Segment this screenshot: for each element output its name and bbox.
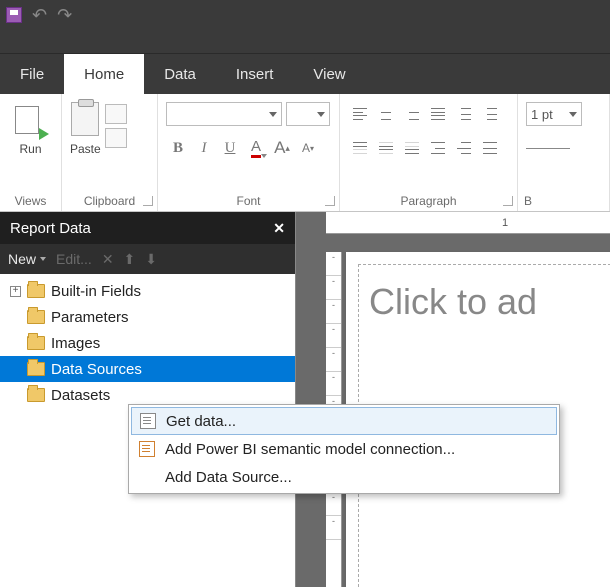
move-up-icon: ⬆ bbox=[124, 251, 136, 268]
shrink-font-button[interactable]: A▾ bbox=[296, 136, 320, 160]
tree-item-label: Datasets bbox=[51, 387, 110, 404]
tree-item-parameters[interactable]: Parameters bbox=[0, 304, 295, 330]
folder-icon bbox=[27, 336, 45, 350]
tab-home[interactable]: Home bbox=[64, 54, 144, 94]
horizontal-ruler: 1 bbox=[326, 212, 610, 234]
font-size-combo[interactable] bbox=[286, 102, 330, 126]
folder-icon bbox=[27, 388, 45, 402]
menu-item-label: Add Data Source... bbox=[165, 469, 292, 486]
tree-item-built-in-fields[interactable]: + Built-in Fields bbox=[0, 278, 295, 304]
menu-item-label: Add Power BI semantic model connection..… bbox=[165, 441, 455, 458]
design-canvas[interactable]: 1 ------------ Click to ad bbox=[296, 212, 610, 587]
paste-label: Paste bbox=[70, 142, 101, 156]
folder-icon bbox=[27, 284, 45, 298]
report-data-title: Report Data bbox=[10, 220, 91, 237]
ribbon-tabs: File Home Data Insert View bbox=[0, 54, 610, 94]
new-button[interactable]: New bbox=[8, 251, 46, 267]
align-bottom-button[interactable] bbox=[400, 136, 424, 160]
tree-item-data-sources[interactable]: Data Sources bbox=[0, 356, 295, 382]
move-down-icon: ⬇ bbox=[145, 251, 157, 268]
ruler-mark: 1 bbox=[502, 217, 508, 229]
cut-button[interactable] bbox=[105, 104, 127, 124]
expand-icon[interactable]: + bbox=[10, 286, 21, 297]
chevron-down-icon bbox=[317, 112, 325, 117]
semantic-model-icon bbox=[139, 441, 155, 457]
report-data-header: Report Data ✕ bbox=[0, 212, 295, 244]
tab-file[interactable]: File bbox=[0, 54, 64, 94]
menu-item-label: Get data... bbox=[166, 413, 236, 430]
align-right-button[interactable] bbox=[400, 102, 424, 126]
tab-data[interactable]: Data bbox=[144, 54, 216, 94]
paste-button[interactable]: Paste bbox=[70, 102, 101, 156]
increase-indent-button[interactable] bbox=[452, 136, 476, 160]
border-width-value: 1 pt bbox=[531, 107, 553, 122]
bold-button[interactable]: B bbox=[166, 136, 190, 160]
ribbon-group-font: B I U A A▴ A▾ Font bbox=[158, 94, 340, 211]
close-icon[interactable]: ✕ bbox=[273, 220, 285, 237]
align-justify-button[interactable] bbox=[426, 102, 450, 126]
report-data-panel: Report Data ✕ New Edit... ✕ ⬆ ⬇ + Built-… bbox=[0, 212, 296, 587]
underline-button[interactable]: U bbox=[218, 136, 242, 160]
tree-item-label: Images bbox=[51, 335, 100, 352]
ribbon-group-views: Run Views bbox=[0, 94, 62, 211]
menu-item-add-powerbi-model[interactable]: Add Power BI semantic model connection..… bbox=[131, 435, 557, 463]
menu-item-add-data-source[interactable]: Add Data Source... bbox=[131, 463, 557, 491]
views-group-label: Views bbox=[0, 194, 61, 208]
get-data-icon bbox=[140, 413, 156, 429]
report-data-toolbar: New Edit... ✕ ⬆ ⬇ bbox=[0, 244, 295, 274]
chevron-down-icon bbox=[269, 112, 277, 117]
undo-icon[interactable]: ↶ bbox=[32, 5, 47, 26]
line-spacing-button[interactable] bbox=[478, 136, 502, 160]
align-top-button[interactable] bbox=[348, 136, 372, 160]
ribbon-group-clipboard: Paste Clipboard bbox=[62, 94, 158, 211]
ribbon-group-paragraph: Paragraph bbox=[340, 94, 518, 211]
folder-icon bbox=[27, 310, 45, 324]
context-menu: Get data... Add Power BI semantic model … bbox=[128, 404, 560, 494]
folder-icon bbox=[27, 362, 45, 376]
redo-icon[interactable]: ↷ bbox=[57, 5, 72, 26]
border-width-combo[interactable]: 1 pt bbox=[526, 102, 582, 126]
align-middle-button[interactable] bbox=[374, 136, 398, 160]
edit-button: Edit... bbox=[56, 251, 92, 267]
ribbon: Run Views Paste Clipboard B I U A A▴ bbox=[0, 94, 610, 212]
run-icon bbox=[15, 106, 47, 138]
decrease-indent-button[interactable] bbox=[426, 136, 450, 160]
bullets-button[interactable] bbox=[452, 102, 476, 126]
run-label: Run bbox=[19, 142, 41, 156]
border-group-label: B bbox=[518, 194, 609, 208]
align-center-button[interactable] bbox=[374, 102, 398, 126]
numbering-button[interactable] bbox=[478, 102, 502, 126]
run-button[interactable]: Run bbox=[15, 98, 47, 156]
tree-item-images[interactable]: Images bbox=[0, 330, 295, 356]
tab-view[interactable]: View bbox=[293, 54, 365, 94]
delete-icon: ✕ bbox=[102, 251, 114, 268]
border-style-button[interactable] bbox=[526, 148, 570, 149]
menu-item-get-data[interactable]: Get data... bbox=[131, 407, 557, 435]
italic-button[interactable]: I bbox=[192, 136, 216, 160]
chevron-down-icon bbox=[569, 112, 577, 117]
title-bar: ↶ ↷ bbox=[0, 0, 610, 30]
font-family-combo[interactable] bbox=[166, 102, 282, 126]
save-icon[interactable] bbox=[6, 7, 22, 23]
tab-insert[interactable]: Insert bbox=[216, 54, 294, 94]
workspace: Report Data ✕ New Edit... ✕ ⬆ ⬇ + Built-… bbox=[0, 212, 610, 587]
tree-item-label: Parameters bbox=[51, 309, 129, 326]
copy-button[interactable] bbox=[105, 128, 127, 148]
paragraph-group-label: Paragraph bbox=[340, 194, 517, 208]
tree-item-label: Built-in Fields bbox=[51, 283, 141, 300]
clipboard-launcher-icon[interactable] bbox=[143, 196, 153, 206]
font-group-label: Font bbox=[158, 194, 339, 208]
menu-bar-spacer bbox=[0, 30, 610, 54]
title-placeholder[interactable]: Click to ad bbox=[369, 281, 610, 323]
paragraph-launcher-icon[interactable] bbox=[503, 196, 513, 206]
font-color-button[interactable]: A bbox=[244, 136, 268, 160]
grow-font-button[interactable]: A▴ bbox=[270, 136, 294, 160]
align-left-button[interactable] bbox=[348, 102, 372, 126]
ribbon-group-border: 1 pt B bbox=[518, 94, 610, 211]
font-launcher-icon[interactable] bbox=[325, 196, 335, 206]
tree-item-label: Data Sources bbox=[51, 361, 142, 378]
paste-icon bbox=[71, 102, 99, 136]
